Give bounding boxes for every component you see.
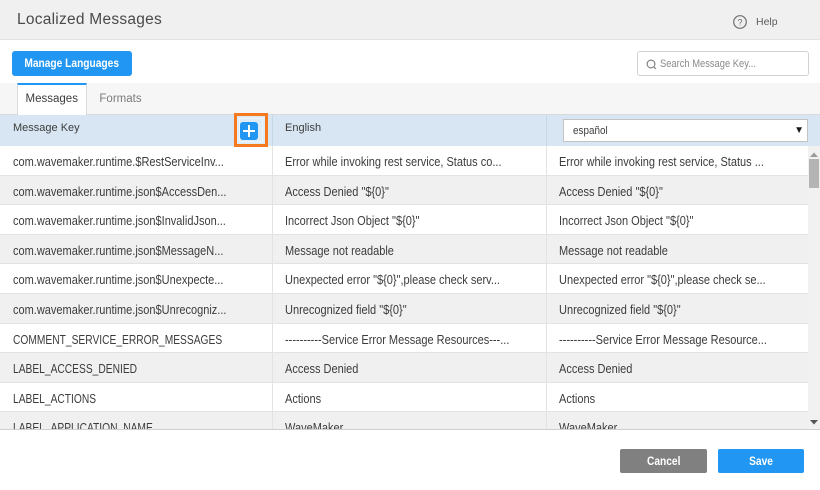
svg-text:?: ? xyxy=(737,17,742,27)
